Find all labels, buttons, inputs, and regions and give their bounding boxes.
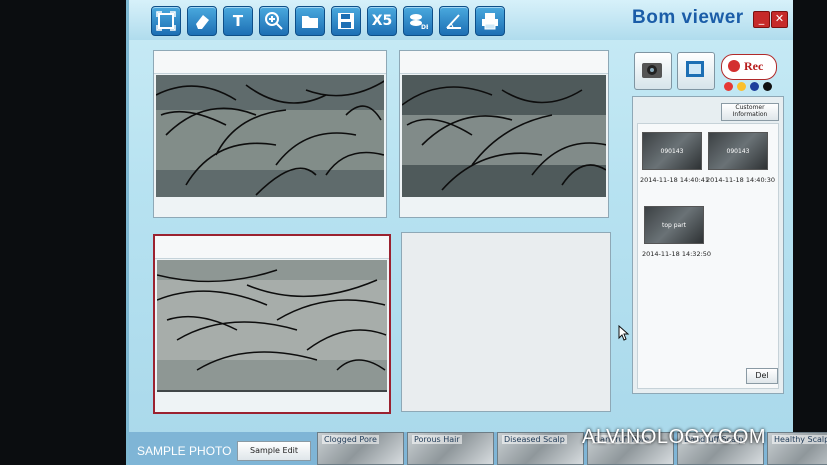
image-panel-3-selected[interactable] — [153, 234, 391, 414]
minimize-button[interactable]: _ — [753, 11, 770, 28]
color-lamp-black[interactable] — [763, 82, 772, 91]
image-panel-4-empty[interactable] — [401, 232, 611, 412]
text-tool-icon[interactable]: T — [223, 6, 253, 36]
sample-photo-label: SAMPLE PHOTO — [137, 444, 232, 458]
customer-information-button[interactable]: Customer Information — [721, 103, 779, 121]
select-frame-icon[interactable] — [151, 6, 181, 36]
zoom-x5-button[interactable]: X5 — [367, 6, 397, 36]
zoom-in-icon[interactable] — [259, 6, 289, 36]
watermark: ALVINOLOGY.COM — [582, 426, 767, 448]
thumbnail-3[interactable]: top part — [644, 206, 704, 244]
image-panel-2[interactable] — [399, 50, 609, 218]
panel-header — [400, 51, 608, 74]
thumbnail-timestamp: 2014-11-18 14:32:50 — [642, 250, 712, 258]
thumbnail-1[interactable]: 090143 — [642, 132, 702, 170]
delete-button[interactable]: Del — [746, 368, 778, 384]
scalp-image-2 — [402, 75, 606, 197]
sample-label: Clogged Pore — [322, 435, 379, 444]
save-icon[interactable] — [331, 6, 361, 36]
sample-healthy-scalp[interactable]: Healthy Scalp — [767, 432, 827, 465]
record-label: Rec — [744, 59, 764, 73]
record-button[interactable]: Rec — [721, 54, 777, 80]
sample-label: Porous Hair — [412, 435, 462, 444]
bom-viewer-window: T X5 DB Bom viewer _ ✕ — [126, 0, 827, 465]
panel-header — [154, 51, 386, 74]
panel-header — [155, 236, 389, 259]
sample-label: Healthy Scalp — [772, 435, 827, 444]
color-lamp-blue[interactable] — [750, 82, 759, 91]
scalp-image-3 — [157, 260, 387, 392]
scalp-image-1 — [156, 75, 384, 197]
capture-history-panel: Customer Information 090143 2014-11-18 1… — [632, 96, 784, 394]
sample-porous-hair[interactable]: Porous Hair — [407, 432, 494, 465]
camera-icon — [642, 63, 662, 78]
sample-diseased-scalp[interactable]: Diseased Scalp — [497, 432, 584, 465]
sample-clogged-pore[interactable]: Clogged Pore — [317, 432, 404, 465]
capture-button[interactable] — [677, 52, 715, 90]
thumbnail-2[interactable]: 090143 — [708, 132, 768, 170]
record-dot-icon — [728, 60, 740, 72]
color-lamp-red[interactable] — [724, 82, 733, 91]
thumbnail-caption: 090143 — [726, 147, 750, 155]
open-folder-icon[interactable] — [295, 6, 325, 36]
toolbar: T X5 DB Bom viewer _ ✕ — [129, 0, 793, 40]
print-icon[interactable] — [475, 6, 505, 36]
camera-button[interactable] — [634, 52, 672, 90]
sample-label: Diseased Scalp — [502, 435, 567, 444]
app-title: Bom viewer — [632, 7, 744, 28]
monitor-icon — [686, 61, 704, 77]
color-lamp-yellow[interactable] — [737, 82, 746, 91]
sample-edit-button[interactable]: Sample Edit — [237, 441, 311, 461]
thumbnail-timestamp: 2014-11-18 14:40:30 — [706, 176, 776, 184]
svg-text:DB: DB — [421, 24, 428, 31]
mouse-cursor-icon — [618, 325, 630, 341]
close-button[interactable]: ✕ — [771, 11, 788, 28]
thumbnail-timestamp: 2014-11-18 14:40:41 — [640, 176, 710, 184]
image-panel-1[interactable] — [153, 50, 387, 218]
thumbnail-list: 090143 2014-11-18 14:40:41 090143 2014-1… — [637, 123, 779, 389]
angle-measure-icon[interactable] — [439, 6, 469, 36]
thumbnail-caption: top part — [661, 221, 687, 229]
eraser-icon[interactable] — [187, 6, 217, 36]
thumbnail-caption: 090143 — [660, 147, 684, 155]
database-icon[interactable]: DB — [403, 6, 433, 36]
